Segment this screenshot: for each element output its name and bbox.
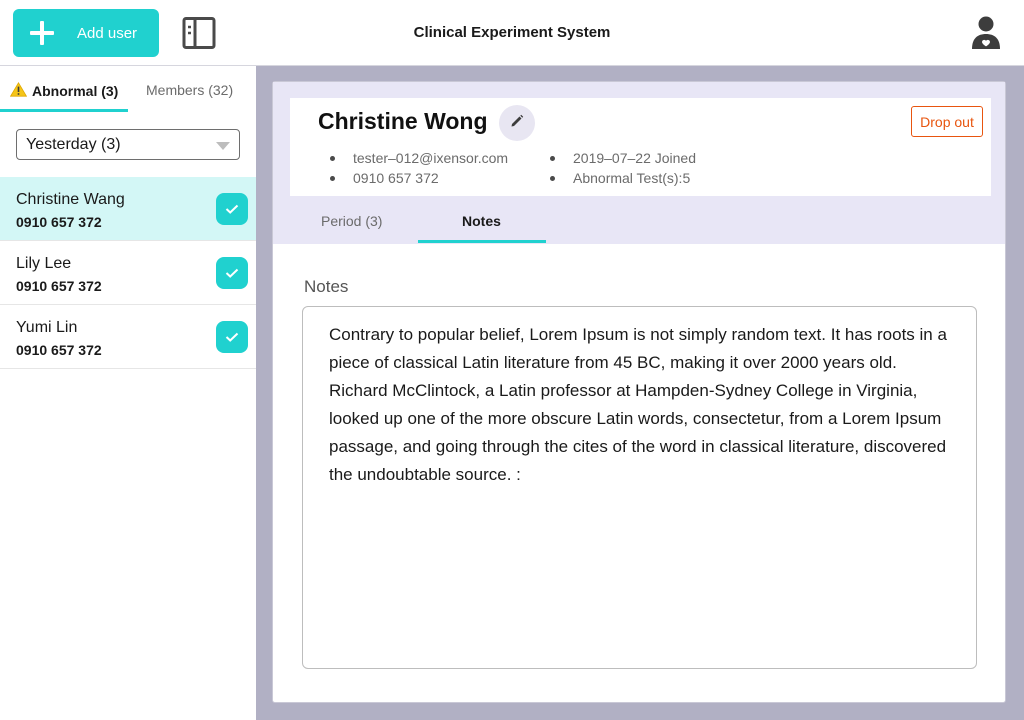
check-icon[interactable] bbox=[216, 321, 248, 353]
user-phone: 0910 657 372 bbox=[16, 342, 102, 358]
user-name: Christine Wang bbox=[16, 191, 125, 208]
date-filter-value: Yesterday (3) bbox=[26, 135, 121, 153]
tab-period[interactable]: Period (3) bbox=[321, 213, 382, 229]
profile-name: Christine Wong bbox=[318, 108, 488, 134]
detail-header: Christine Wong Drop out tester–012@ixens… bbox=[273, 82, 1005, 244]
profile-joined: 2019–07–22 Joined bbox=[573, 150, 697, 166]
profile-phone-row: 0910 657 372 bbox=[330, 170, 439, 186]
list-item[interactable]: Christine Wang 0910 657 372 bbox=[0, 177, 256, 241]
notes-textarea[interactable]: Contrary to popular belief, Lorem Ipsum … bbox=[302, 306, 977, 669]
profile-abnormal-tests: Abnormal Test(s):5 bbox=[573, 170, 691, 186]
user-detail-card: Christine Wong Drop out tester–012@ixens… bbox=[272, 81, 1006, 703]
active-tab-indicator bbox=[0, 109, 128, 112]
list-item[interactable]: Yumi Lin 0910 657 372 bbox=[0, 305, 256, 369]
check-icon[interactable] bbox=[216, 257, 248, 289]
user-list: Christine Wang 0910 657 372 Lily Lee 091… bbox=[0, 177, 256, 369]
top-bar: Add user Clinical Experiment System bbox=[0, 0, 1024, 66]
warning-icon bbox=[9, 82, 28, 100]
sidebar-tabs: Abnormal (3) Members (32) bbox=[0, 66, 256, 112]
caret-down-icon bbox=[216, 142, 230, 150]
drop-out-button[interactable]: Drop out bbox=[911, 106, 983, 137]
tab-abnormal[interactable]: Abnormal (3) bbox=[9, 82, 119, 100]
tab-abnormal-label: Abnormal (3) bbox=[32, 83, 119, 99]
bullet bbox=[330, 155, 335, 161]
tab-notes[interactable]: Notes bbox=[462, 213, 501, 229]
list-item[interactable]: Lily Lee 0910 657 372 bbox=[0, 241, 256, 305]
notes-heading: Notes bbox=[304, 277, 349, 296]
profile-email-row: tester–012@ixensor.com bbox=[330, 150, 508, 166]
user-phone: 0910 657 372 bbox=[16, 278, 102, 294]
user-name: Lily Lee bbox=[16, 255, 72, 272]
active-content-tab-indicator bbox=[418, 240, 546, 243]
date-filter-select[interactable]: Yesterday (3) bbox=[16, 129, 240, 160]
user-avatar-icon[interactable] bbox=[970, 15, 1002, 51]
bullet bbox=[550, 155, 555, 161]
pencil-icon bbox=[510, 114, 524, 133]
profile-phone: 0910 657 372 bbox=[353, 170, 439, 186]
profile-panel: Christine Wong Drop out tester–012@ixens… bbox=[290, 98, 991, 196]
profile-abnormal-row: Abnormal Test(s):5 bbox=[550, 170, 690, 186]
bullet bbox=[550, 175, 555, 181]
profile-joined-row: 2019–07–22 Joined bbox=[550, 150, 696, 166]
app-title: Clinical Experiment System bbox=[413, 24, 611, 41]
bullet bbox=[330, 175, 335, 181]
profile-email: tester–012@ixensor.com bbox=[353, 150, 509, 166]
user-name: Yumi Lin bbox=[16, 319, 78, 336]
user-phone: 0910 657 372 bbox=[16, 214, 102, 230]
check-icon[interactable] bbox=[216, 193, 248, 225]
edit-profile-button[interactable] bbox=[499, 105, 535, 141]
sidebar: Abnormal (3) Members (32) Yesterday (3) … bbox=[0, 66, 256, 720]
tab-members[interactable]: Members (32) bbox=[146, 82, 233, 98]
